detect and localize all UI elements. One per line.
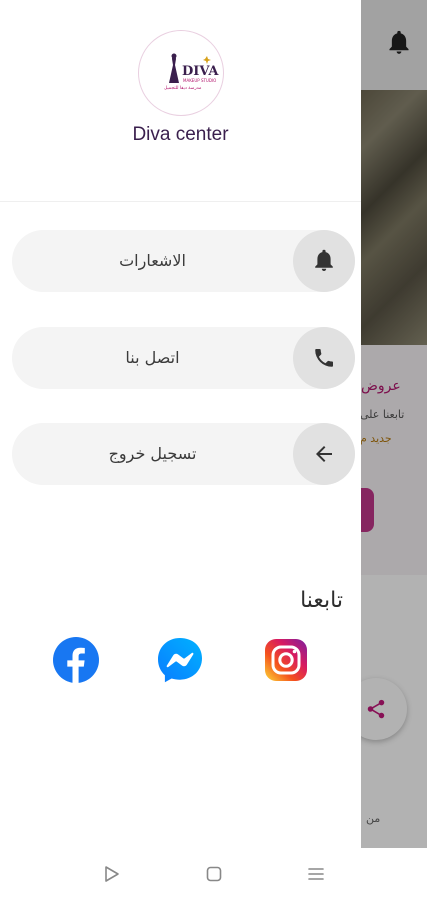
menu-item-label: تسجيل خروج [108, 444, 197, 463]
follow-us-title: تابعنا [300, 588, 343, 613]
svg-text:مدرسة ديفا للتجميل: مدرسة ديفا للتجميل [164, 86, 202, 91]
nav-recents-icon[interactable] [306, 864, 326, 884]
menu-item-logout[interactable]: تسجيل خروج [12, 423, 355, 485]
phone-icon [315, 349, 333, 367]
menu-icon-circle [293, 423, 355, 485]
menu-item-contact-us[interactable]: اتصل بنا [12, 327, 355, 389]
bell-icon [315, 249, 333, 271]
menu-item-label: اتصل بنا [125, 348, 180, 367]
brand-name: Diva center [132, 124, 229, 145]
system-navigation-bar [0, 848, 427, 900]
facebook-icon[interactable] [52, 636, 100, 684]
menu-icon-circle [293, 327, 355, 389]
menu-item-label: الاشعارات [119, 251, 186, 270]
svg-text:MAKEUP STUDIO: MAKEUP STUDIO [183, 78, 216, 83]
svg-text:DIVA: DIVA [182, 64, 219, 79]
menu-icon-circle [293, 230, 355, 292]
menu-item-notifications[interactable]: الاشعارات [12, 230, 355, 292]
messenger-icon[interactable] [156, 636, 204, 684]
divider [0, 201, 361, 202]
brand-logo: DIVA MAKEUP STUDIO مدرسة ديفا للتجميل [138, 30, 224, 116]
nav-back-icon[interactable] [102, 864, 122, 884]
navigation-drawer: DIVA MAKEUP STUDIO مدرسة ديفا للتجميل Di… [0, 0, 361, 848]
arrow-left-icon [316, 446, 332, 462]
nav-home-icon[interactable] [204, 864, 224, 884]
instagram-icon[interactable] [262, 636, 310, 684]
